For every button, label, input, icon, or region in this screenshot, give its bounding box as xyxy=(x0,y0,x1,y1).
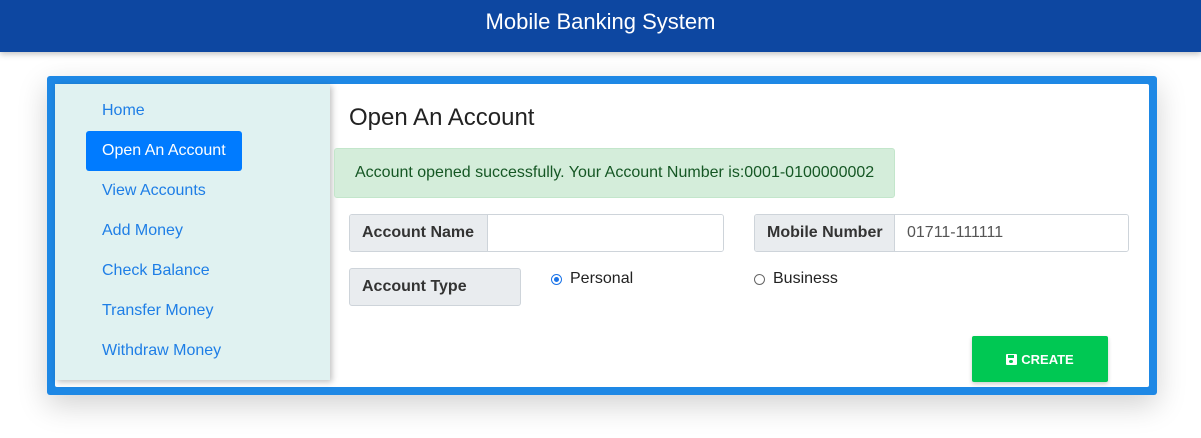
mobile-number-label: Mobile Number xyxy=(755,215,895,251)
sidebar-item-add-money[interactable]: Add Money xyxy=(86,211,199,251)
app-title: Mobile Banking System xyxy=(485,9,716,34)
account-type-label: Account Type xyxy=(349,268,521,306)
sidebar-item-home[interactable]: Home xyxy=(86,91,161,131)
radio-business-label: Business xyxy=(773,270,838,287)
success-alert: Account opened successfully. Your Accoun… xyxy=(334,148,895,198)
sidebar-item-open-account[interactable]: Open An Account xyxy=(86,131,242,171)
create-button[interactable]: CREATE xyxy=(972,336,1108,382)
mobile-number-input[interactable] xyxy=(895,215,1128,251)
sidebar-item-view-accounts[interactable]: View Accounts xyxy=(86,171,222,211)
radio-personal-indicator[interactable] xyxy=(551,273,562,285)
mobile-number-group: Mobile Number xyxy=(754,214,1129,252)
account-name-label: Account Name xyxy=(350,215,488,251)
sidebar: Home Open An Account View Accounts Add M… xyxy=(55,84,330,380)
radio-personal-label: Personal xyxy=(570,270,634,287)
radio-business-indicator[interactable] xyxy=(754,273,765,285)
radio-personal[interactable]: Personal xyxy=(551,270,633,288)
sidebar-item-check-balance[interactable]: Check Balance xyxy=(86,251,226,291)
save-icon xyxy=(1006,353,1018,365)
sidebar-item-transfer-money[interactable]: Transfer Money xyxy=(86,291,229,331)
main-panel: Home Open An Account View Accounts Add M… xyxy=(55,84,1149,387)
account-name-input[interactable] xyxy=(488,215,723,251)
page-title: Open An Account xyxy=(349,104,535,131)
app-header: Mobile Banking System xyxy=(0,0,1201,52)
account-name-group: Account Name xyxy=(349,214,724,252)
main-frame: Home Open An Account View Accounts Add M… xyxy=(47,76,1157,395)
sidebar-item-withdraw-money[interactable]: Withdraw Money xyxy=(86,331,237,371)
radio-business[interactable]: Business xyxy=(754,270,838,288)
create-button-label: CREATE xyxy=(1021,351,1074,367)
